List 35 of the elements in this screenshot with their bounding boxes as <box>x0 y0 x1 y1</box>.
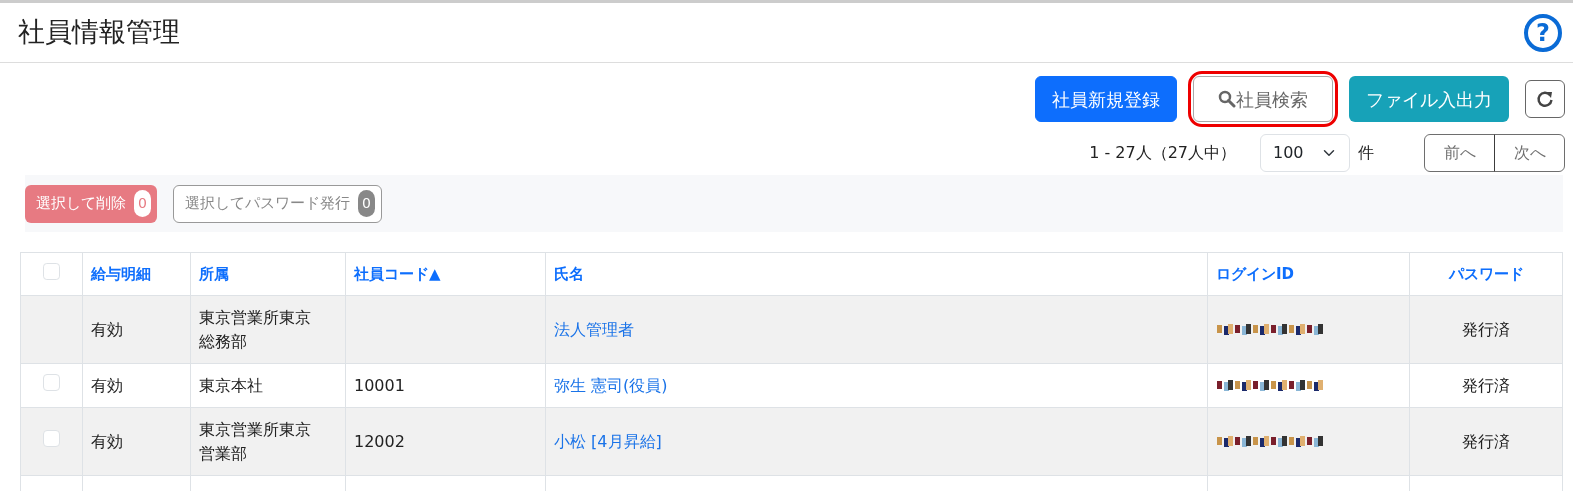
refresh-icon <box>1535 89 1555 109</box>
table-cell: 発行済 <box>1462 319 1510 339</box>
table-cell: 発行済 <box>1462 375 1510 395</box>
count-badge: 0 <box>134 190 151 217</box>
count-badge: 0 <box>357 190 375 217</box>
table-cell: 12002 <box>354 431 405 451</box>
refresh-button[interactable] <box>1525 80 1565 118</box>
file-io-button[interactable]: ファイル入出力 <box>1349 76 1509 122</box>
column-header[interactable]: 所属 <box>199 264 229 283</box>
page-title: 社員情報管理 <box>18 16 180 49</box>
result-count: 1 - 27人（27人中） <box>1089 142 1236 164</box>
new-employee-button[interactable]: 社員新規登録 <box>1035 76 1177 122</box>
delete-selected-button[interactable]: 選択して削除 0 <box>25 184 157 223</box>
employee-name-link[interactable]: 法人管理者 <box>554 319 634 339</box>
page-size-select[interactable]: 100 <box>1260 134 1350 172</box>
table-cell-text: 東京本社 <box>199 374 263 397</box>
employee-name-link[interactable]: 弥生 憲司(役員) <box>554 375 668 395</box>
help-icon[interactable]: ? <box>1523 12 1563 53</box>
table-cell-text: 東京営業所東京総務部 <box>199 306 312 353</box>
employee-name-link[interactable]: 小松 [4月昇給] <box>554 431 662 451</box>
table-cell: 発行済 <box>1462 431 1510 451</box>
table-cell: 有効 <box>91 375 123 395</box>
column-header[interactable]: 氏名 <box>554 264 584 283</box>
select-all-checkbox[interactable] <box>43 262 60 280</box>
column-header[interactable]: ログインID <box>1216 264 1295 283</box>
table-cell-text: 東京営業所東京営業部 <box>199 418 312 465</box>
column-header[interactable]: 社員コード▲ <box>354 264 441 283</box>
table-cell: 有効 <box>91 431 123 451</box>
search-icon <box>1218 90 1236 108</box>
table-cell: 10001 <box>354 375 405 395</box>
row-checkbox[interactable] <box>43 429 60 447</box>
table-cell: 有効 <box>91 319 123 339</box>
unit-label: 件 <box>1358 142 1374 164</box>
row-checkbox[interactable] <box>43 373 60 391</box>
issue-password-button[interactable]: 選択してパスワード発行 0 <box>172 184 382 223</box>
